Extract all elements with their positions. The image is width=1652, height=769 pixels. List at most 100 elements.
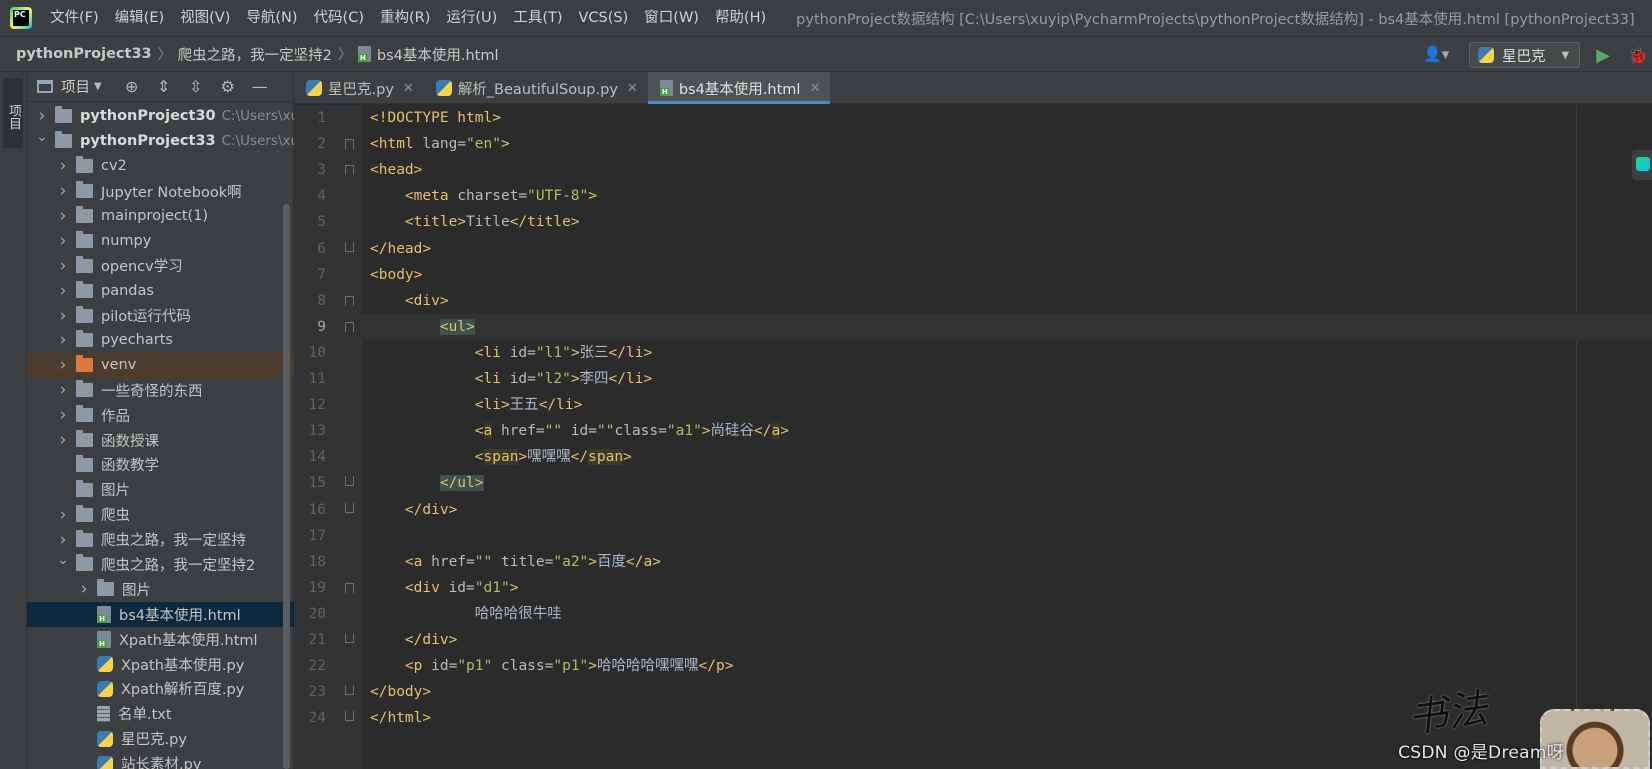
- menu-item[interactable]: 导航(N): [238, 0, 305, 36]
- tree-item[interactable]: Xpath基本使用.py: [27, 652, 294, 677]
- tree-item[interactable]: › pilot运行代码: [27, 303, 294, 328]
- close-icon[interactable]: ✕: [809, 81, 820, 96]
- code-text: <a href="" id=""class="a1">尚硅谷</a>: [370, 418, 789, 444]
- menu-item[interactable]: 代码(C): [306, 0, 372, 36]
- tree-item[interactable]: 站长素材.py: [27, 751, 294, 769]
- editor-tab[interactable]: bs4基本使用.html ✕: [647, 72, 831, 104]
- tree-item[interactable]: › pythonProject30 C:\Users\xu: [27, 104, 294, 129]
- chevron-right-icon[interactable]: ›: [56, 380, 70, 400]
- chevron-right-icon[interactable]: ›: [56, 306, 70, 326]
- menu-item[interactable]: 窗口(W): [636, 0, 707, 36]
- run-button[interactable]: ▶: [1596, 45, 1610, 66]
- code-token: Title: [466, 214, 510, 231]
- tree-item[interactable]: › numpy: [27, 228, 294, 253]
- chevron-right-icon[interactable]: ›: [56, 330, 70, 350]
- close-icon[interactable]: ✕: [627, 81, 638, 96]
- tree-item[interactable]: ⌄ 爬虫之路，我一定坚持2: [27, 552, 294, 577]
- tree-item[interactable]: › 图片: [27, 577, 294, 602]
- project-view-selector[interactable]: 项目: [61, 76, 90, 97]
- chevron-right-icon[interactable]: ›: [56, 505, 70, 525]
- tree-scrollbar[interactable]: [283, 204, 290, 769]
- pycharm-logo-icon[interactable]: PC: [10, 7, 32, 29]
- fold-end-marker-icon[interactable]: [345, 711, 354, 722]
- tree-item[interactable]: › 爬虫: [27, 502, 294, 527]
- tree-item[interactable]: 名单.txt: [27, 701, 294, 726]
- chevron-right-icon[interactable]: ›: [56, 530, 70, 550]
- gear-icon[interactable]: ⚙: [212, 77, 244, 96]
- chevron-right-icon[interactable]: ›: [77, 579, 91, 599]
- chevron-down-icon[interactable]: ⌄: [56, 552, 70, 568]
- breadcrumb-folder[interactable]: 爬虫之路，我一定坚持2: [178, 44, 332, 65]
- chevron-right-icon[interactable]: ›: [56, 281, 70, 301]
- tree-item[interactable]: › Jupyter Notebook啊: [27, 179, 294, 204]
- menu-item[interactable]: 运行(U): [438, 0, 505, 36]
- tree-item[interactable]: Xpath基本使用.html: [27, 627, 294, 652]
- collapse-all-icon[interactable]: ⇳: [180, 77, 212, 96]
- tab-label: 解析_BeautifulSoup.py: [457, 81, 618, 98]
- user-icon[interactable]: 👤▾: [1423, 45, 1457, 65]
- expand-all-icon[interactable]: ⇕: [148, 77, 180, 96]
- tree-item[interactable]: 图片: [27, 477, 294, 502]
- debug-icon[interactable]: 🐞: [1628, 46, 1648, 65]
- chevron-down-icon[interactable]: ▼: [94, 81, 102, 92]
- chevron-right-icon[interactable]: ›: [56, 156, 70, 176]
- chevron-right-icon[interactable]: ›: [56, 355, 70, 375]
- tree-item[interactable]: › 函数授课: [27, 428, 294, 453]
- project-tool-window-button[interactable]: 项目: [3, 78, 23, 148]
- chevron-right-icon[interactable]: ›: [35, 106, 49, 126]
- tree-item[interactable]: › venv: [27, 352, 294, 378]
- menu-item[interactable]: 帮助(H): [707, 0, 774, 36]
- code-editor[interactable]: 1 <!DOCTYPE html> 2 <html lang="en"> 3 <head>…: [294, 105, 1652, 769]
- tree-item[interactable]: › mainproject(1): [27, 204, 294, 229]
- chevron-right-icon[interactable]: ›: [56, 405, 70, 425]
- locate-icon[interactable]: ⊕: [116, 77, 148, 96]
- fold-marker-icon[interactable]: [345, 139, 354, 150]
- code-token: charset=: [457, 188, 528, 205]
- tree-item[interactable]: 星巴克.py: [27, 726, 294, 751]
- code-token: </li>: [608, 344, 653, 361]
- tree-item[interactable]: › cv2: [27, 154, 294, 179]
- tree-item[interactable]: › pandas: [27, 278, 294, 303]
- menu-item[interactable]: 编辑(E): [107, 0, 172, 36]
- chevron-down-icon[interactable]: ⌄: [35, 129, 49, 145]
- tree-item[interactable]: › pyecharts: [27, 328, 294, 353]
- tree-item[interactable]: Xpath解析百度.py: [27, 676, 294, 701]
- tree-item[interactable]: › 爬虫之路，我一定坚持: [27, 527, 294, 552]
- editor-tab[interactable]: 星巴克.py ✕: [294, 72, 424, 104]
- menu-item[interactable]: VCS(S): [571, 0, 637, 36]
- fold-marker-icon[interactable]: [345, 582, 354, 593]
- menu-item[interactable]: 文件(F): [42, 0, 107, 36]
- close-icon[interactable]: ✕: [403, 81, 414, 96]
- chevron-right-icon[interactable]: ›: [56, 231, 70, 251]
- breadcrumb-separator-icon: 〉: [157, 47, 172, 63]
- tree-item[interactable]: › 一些奇怪的东西: [27, 378, 294, 403]
- fold-end-marker-icon[interactable]: [345, 685, 354, 696]
- run-configuration-dropdown[interactable]: 星巴克 ▼: [1469, 42, 1581, 68]
- editor-tab[interactable]: 解析_BeautifulSoup.py ✕: [424, 72, 648, 104]
- fold-end-marker-icon[interactable]: [345, 476, 354, 487]
- pycharm-plugin-icon[interactable]: [1632, 150, 1652, 180]
- project-tool-label: 项目: [6, 104, 21, 130]
- tree-item[interactable]: 函数教学: [27, 452, 294, 477]
- breadcrumb-file[interactable]: bs4基本使用.html: [377, 44, 499, 65]
- menu-item[interactable]: 视图(V): [172, 0, 238, 36]
- breadcrumb-project[interactable]: pythonProject33: [16, 46, 152, 62]
- hide-panel-icon[interactable]: —: [244, 77, 276, 96]
- fold-marker-icon[interactable]: [345, 295, 354, 306]
- fold-end-marker-icon[interactable]: [345, 241, 354, 252]
- fold-end-marker-icon[interactable]: [345, 633, 354, 643]
- fold-marker-icon[interactable]: [345, 165, 354, 176]
- tree-item[interactable]: ⌄ pythonProject33 C:\Users\xu: [27, 129, 294, 154]
- fold-marker-icon[interactable]: [345, 321, 354, 332]
- tree-item[interactable]: bs4基本使用.html: [27, 601, 294, 627]
- chevron-right-icon[interactable]: ›: [56, 256, 70, 276]
- fold-end-marker-icon[interactable]: [345, 502, 354, 513]
- menu-item[interactable]: 工具(T): [505, 0, 570, 36]
- tree-item[interactable]: › opencv学习: [27, 253, 294, 278]
- chevron-right-icon[interactable]: ›: [56, 206, 70, 226]
- tree-item[interactable]: › 作品: [27, 403, 294, 428]
- menu-item[interactable]: 重构(R): [372, 0, 438, 36]
- chevron-right-icon[interactable]: ›: [56, 181, 70, 201]
- chevron-right-icon[interactable]: ›: [56, 430, 70, 450]
